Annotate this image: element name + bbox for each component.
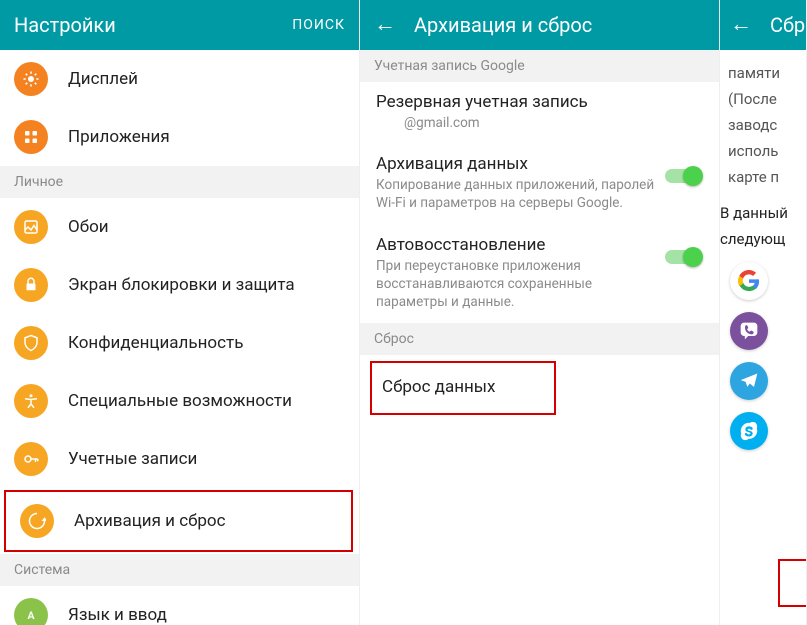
settings-item-privacy[interactable]: Конфиденциальность: [0, 314, 359, 372]
settings-item-backup-reset[interactable]: Архивация и сброс: [4, 490, 353, 552]
setting-subtitle: @gmail.com: [376, 114, 703, 132]
settings-item-label: Дисплей: [68, 69, 138, 89]
settings-title: Настройки: [14, 13, 292, 37]
settings-item-label: Специальные возможности: [68, 391, 292, 411]
settings-item-label: Обои: [68, 217, 109, 237]
back-arrow-icon[interactable]: ←: [730, 14, 752, 36]
info-text: следующ: [720, 226, 806, 252]
settings-item-lockscreen[interactable]: Экран блокировки и защита: [0, 256, 359, 314]
telegram-icon: [730, 362, 768, 400]
display-icon: [14, 62, 48, 96]
search-button[interactable]: ПОИСК: [292, 17, 345, 33]
info-text: (После: [720, 86, 806, 112]
settings-item-accounts[interactable]: Учетные записи: [0, 430, 359, 488]
auto-restore-toggle[interactable]: [665, 247, 703, 267]
section-google-account: Учетная запись Google: [360, 50, 719, 82]
section-reset: Сброс: [360, 323, 719, 355]
backup-data-toggle[interactable]: [665, 166, 703, 186]
key-icon: [14, 442, 48, 476]
settings-item-accessibility[interactable]: Специальные возможности: [0, 372, 359, 430]
back-arrow-icon[interactable]: ←: [374, 14, 396, 36]
setting-factory-reset[interactable]: Сброс данных: [370, 361, 556, 415]
setting-title: Сброс данных: [382, 377, 495, 397]
setting-backup-account[interactable]: Резервная учетная запись @gmail.com: [360, 82, 719, 144]
settings-item-language[interactable]: A Язык и ввод: [0, 586, 359, 625]
privacy-icon: [14, 326, 48, 360]
info-text: карте п: [720, 164, 806, 190]
setting-title: Автовосстановление: [376, 235, 655, 255]
settings-item-display[interactable]: Дисплей: [0, 50, 359, 108]
skype-icon: [730, 412, 768, 450]
app-row-skype: [720, 406, 806, 456]
app-row-viber: [720, 306, 806, 356]
highlight-box: [778, 559, 806, 607]
setting-auto-restore[interactable]: Автовосстановление При переустановке при…: [360, 225, 719, 324]
language-icon: A: [14, 598, 48, 625]
backup-reset-icon: [20, 504, 54, 538]
apps-icon: [14, 120, 48, 154]
info-text: памяти: [720, 60, 806, 86]
setting-subtitle: При переустановке приложения восстанавли…: [376, 257, 655, 312]
settings-item-label: Архивация и сброс: [74, 511, 226, 531]
setting-title: Архивация данных: [376, 154, 655, 174]
reset-title: Сбр: [770, 13, 805, 37]
app-row-google: [720, 256, 806, 306]
backup-appbar: ← Архивация и сброс: [360, 0, 719, 50]
info-text: исполь: [720, 138, 806, 164]
viber-icon: [730, 312, 768, 350]
wallpaper-icon: [14, 210, 48, 244]
google-icon: [730, 262, 768, 300]
backup-title: Архивация и сброс: [414, 13, 705, 37]
settings-item-wallpaper[interactable]: Обои: [0, 198, 359, 256]
settings-item-apps[interactable]: Приложения: [0, 108, 359, 166]
lock-icon: [14, 268, 48, 302]
settings-item-label: Приложения: [68, 127, 170, 147]
settings-item-label: Язык и ввод: [68, 605, 167, 625]
settings-item-label: Учетные записи: [68, 449, 197, 469]
reset-appbar: ← Сбр: [720, 0, 806, 50]
svg-text:A: A: [27, 609, 35, 622]
info-text: В данный: [720, 200, 806, 226]
app-row-telegram: [720, 356, 806, 406]
section-personal: Личное: [0, 166, 359, 198]
setting-title: Резервная учетная запись: [376, 92, 703, 112]
accessibility-icon: [14, 384, 48, 418]
settings-item-label: Экран блокировки и защита: [68, 275, 295, 295]
section-system: Система: [0, 554, 359, 586]
info-text: заводс: [720, 112, 806, 138]
setting-subtitle: Копирование данных приложений, паролей W…: [376, 176, 655, 212]
settings-appbar: Настройки ПОИСК: [0, 0, 359, 50]
settings-item-label: Конфиденциальность: [68, 333, 243, 353]
setting-backup-data[interactable]: Архивация данных Копирование данных прил…: [360, 144, 719, 224]
